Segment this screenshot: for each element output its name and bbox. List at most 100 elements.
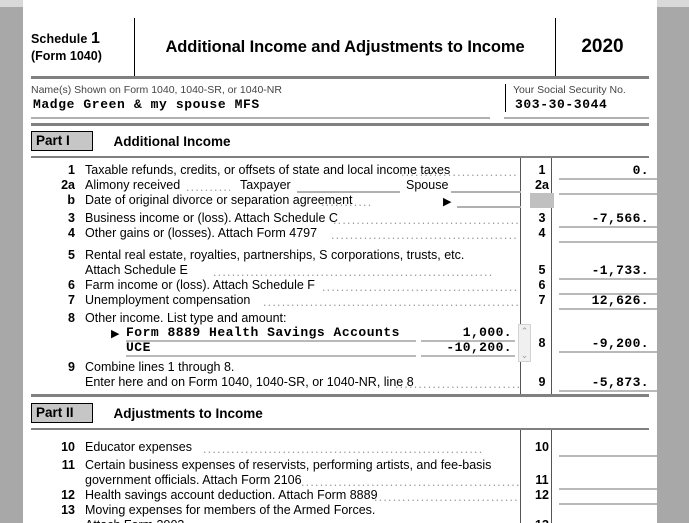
line-5-leader: ........................................… xyxy=(213,265,494,277)
part1-bottom-rule xyxy=(31,394,649,397)
ssn-input-value[interactable]: 303-30-3044 xyxy=(513,97,649,112)
form-title: Additional Income and Adjustments to Inc… xyxy=(135,18,556,76)
line-5-rnum: 5 xyxy=(538,263,546,277)
line-9-rnum: 9 xyxy=(538,375,546,389)
line-1-number: 1 xyxy=(68,163,75,177)
line-2b-number: b xyxy=(67,193,75,207)
line-8-entry-2-amount-rule xyxy=(421,355,515,357)
form-reference: (Form 1040) xyxy=(31,49,102,63)
line-2b-date-field[interactable] xyxy=(457,206,521,208)
line-8-entry-2-amount[interactable]: -10,200. xyxy=(426,340,512,355)
line-4-number: 4 xyxy=(68,226,75,240)
line-row-11: 11 Certain business expenses of reservis… xyxy=(31,458,649,473)
line-2b-rnum-shaded xyxy=(530,193,554,208)
line-row-8: 8 Other income. List type and amount: xyxy=(31,311,649,326)
ssn-caption: Your Social Security No. xyxy=(513,84,626,96)
line-10-text: Educator expenses xyxy=(85,440,193,454)
ssn-field-underline xyxy=(504,117,649,119)
line-10-rnum: 10 xyxy=(535,440,549,454)
line-9-number: 9 xyxy=(68,360,75,374)
form-page-sheet: Schedule 1 (Form 1040) Additional Income… xyxy=(23,0,657,523)
line-11-number: 11 xyxy=(61,458,75,472)
chevron-down-icon[interactable]: ⌄ xyxy=(521,351,529,360)
name-caption: Name(s) Shown on Form 1040, 1040-SR, or … xyxy=(31,84,282,96)
line-7-leader: ........................................… xyxy=(263,295,519,307)
line-4-text: Other gains or (losses). Attach Form 479… xyxy=(85,226,318,240)
schedule-word: Schedule xyxy=(31,32,88,46)
line-8-text: Other income. List type and amount: xyxy=(85,311,287,325)
line-8-entry-1-amount[interactable]: 1,000. xyxy=(426,325,512,340)
line-8-entry-1-type[interactable]: Form 8889 Health Savings Accounts xyxy=(126,325,400,340)
line-4-rnum: 4 xyxy=(538,226,546,240)
line-12-text: Health savings account deduction. Attach… xyxy=(85,488,378,502)
line-8-amount-rule xyxy=(559,351,657,353)
line-3-amount[interactable]: -7,566. xyxy=(553,211,649,226)
line-3-text: Business income or (loss). Attach Schedu… xyxy=(85,211,338,225)
header-rule xyxy=(31,76,649,79)
name-field-group[interactable]: Name(s) Shown on Form 1040, 1040-SR, or … xyxy=(31,84,496,112)
line-2a-spouse-label: Spouse xyxy=(406,178,449,192)
page-margin-right xyxy=(657,0,689,523)
name-input-value[interactable]: Madge Green & my spouse MFS xyxy=(31,97,496,112)
line-13-text: Moving expenses for members of the Armed… xyxy=(85,503,376,517)
line-12-leader: ........................................… xyxy=(374,490,519,502)
line-3-rnum: 3 xyxy=(538,211,546,225)
part2-rule xyxy=(31,428,649,430)
line-1-amount[interactable]: 0. xyxy=(553,163,649,178)
line-row-9: 9 Combine lines 1 through 8. xyxy=(31,360,649,375)
chevron-up-icon[interactable]: ⌃ xyxy=(521,327,529,336)
line-2a-number: 2a xyxy=(61,178,75,192)
schedule-label: Schedule 1 xyxy=(31,30,134,48)
line-8-entry-2-type[interactable]: UCE xyxy=(126,340,151,355)
line-2b-leader: ........................................… xyxy=(321,195,373,207)
ssn-field-group[interactable]: Your Social Security No. 303-30-3044 xyxy=(505,84,649,112)
line-12-number: 12 xyxy=(61,488,75,502)
part2-title: Adjustments to Income xyxy=(113,405,263,421)
line-row-12: 12 Health savings account deduction. Att… xyxy=(31,488,649,503)
line-5-amount[interactable]: -1,733. xyxy=(553,263,649,278)
line-row-5: 5 Rental real estate, royalties, partner… xyxy=(31,248,649,263)
line-10-number: 10 xyxy=(61,440,75,454)
form-header: Schedule 1 (Form 1040) Additional Income… xyxy=(31,18,649,76)
line-5-number: 5 xyxy=(68,248,75,262)
line-5-text: Rental real estate, royalties, partnersh… xyxy=(85,248,465,262)
line-3-leader: ........................................… xyxy=(333,213,519,225)
line-9-amount[interactable]: -5,873. xyxy=(553,375,649,390)
line-11-text2: government officials. Attach Form 2106 xyxy=(85,473,302,487)
line-7-text: Unemployment compensation xyxy=(85,293,251,307)
line-13-number: 13 xyxy=(61,503,75,517)
line-4-amount-rule xyxy=(559,241,657,243)
line-2a-leader: ........................................… xyxy=(186,180,230,192)
line-6-leader: ........................................… xyxy=(322,280,519,292)
line-2b-text: Date of original divorce or separation a… xyxy=(85,193,353,207)
line-11-rnum: 11 xyxy=(535,473,549,487)
part2-chip: Part II xyxy=(31,403,93,423)
line-3-number: 3 xyxy=(68,211,75,225)
line-11-leader: ........................................… xyxy=(301,475,519,487)
line-8-amount[interactable]: -9,200. xyxy=(553,336,649,351)
line-12-rnum: 12 xyxy=(535,488,549,502)
line-4-leader: ........................................… xyxy=(331,228,519,240)
page-margin-left xyxy=(0,0,23,523)
line-9-amount-rule xyxy=(559,390,657,392)
identity-band: Name(s) Shown on Form 1040, 1040-SR, or … xyxy=(31,84,649,120)
line-8-entry-arrow-icon: ▶ xyxy=(111,328,120,340)
line-8-entry-2-type-rule xyxy=(126,355,416,357)
line-7-amount-rule xyxy=(559,308,657,310)
line-8-rnum: 8 xyxy=(538,336,546,350)
line-5-text2: Attach Schedule E xyxy=(85,263,188,277)
line-8-entry-1-type-rule xyxy=(126,340,416,342)
name-field-underline xyxy=(31,117,490,119)
line-row-13: 13 Moving expenses for members of the Ar… xyxy=(31,503,649,518)
line-6-text: Farm income or (loss). Attach Schedule F xyxy=(85,278,315,292)
line-7-amount[interactable]: 12,626. xyxy=(553,293,649,308)
tax-year: 2020 xyxy=(581,36,624,57)
line-13-rnum: 13 xyxy=(530,518,554,523)
line-7-number: 7 xyxy=(68,293,75,307)
part2-header: Part II Adjustments to Income xyxy=(31,403,263,425)
line-1-text: Taxable refunds, credits, or offsets of … xyxy=(85,163,451,177)
schedule-number: 1 xyxy=(90,30,100,47)
line-row-13-cont: Attach Form 3903 xyxy=(31,518,649,523)
identity-band-rule xyxy=(31,123,649,126)
line-2a-text: Alimony received xyxy=(85,178,181,192)
